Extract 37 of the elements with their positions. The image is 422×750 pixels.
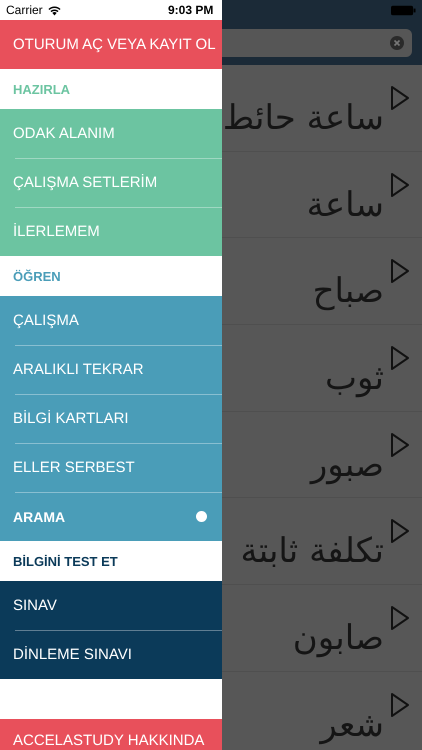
menu-item[interactable]: BİLGİ KARTLARI — [0, 394, 222, 443]
about-button[interactable]: ACCELASTUDY HAKKINDA — [0, 719, 222, 750]
play-icon[interactable] — [390, 258, 410, 284]
menu-item[interactable]: ÇALIŞMA SETLERİM — [0, 158, 222, 207]
play-icon[interactable] — [390, 345, 410, 372]
sign-in-button[interactable]: OTURUM AÇ VEYA KAYIT OL — [0, 20, 222, 69]
play-icon[interactable] — [390, 172, 410, 198]
search-field[interactable] — [222, 28, 412, 56]
menu-item[interactable]: DİNLEME SINAVI — [0, 630, 222, 679]
word-text: ثوب — [324, 356, 384, 398]
play-icon[interactable] — [390, 85, 410, 111]
wifi-icon — [46, 4, 62, 16]
menu-item[interactable]: SINAV — [0, 581, 222, 630]
menu-item[interactable]: ELLER SERBEST — [0, 443, 222, 492]
word-text: صباح — [312, 270, 384, 312]
clear-icon[interactable] — [390, 36, 404, 50]
menu-item[interactable]: ARAMA — [0, 492, 222, 541]
play-icon[interactable] — [390, 518, 410, 544]
word-text: ساعة حائط — [222, 96, 384, 138]
play-icon[interactable] — [390, 692, 410, 718]
menu-item[interactable]: ODAK ALANIM — [0, 109, 222, 158]
play-icon[interactable] — [390, 432, 410, 458]
word-text: تكلفة ثابتة — [240, 530, 384, 572]
section-header: ÖĞREN — [12, 268, 62, 286]
menu-item[interactable]: ARALIKLI TEKRAR — [0, 345, 222, 394]
menu-item[interactable]: ÇALIŞMA — [0, 296, 222, 345]
word-text: صابون — [292, 616, 384, 658]
play-icon[interactable] — [390, 605, 410, 632]
word-text: شعر — [320, 704, 384, 745]
section-header: HAZIRLA — [12, 80, 72, 98]
word-text: ساعة — [306, 184, 384, 225]
selected-dot-icon — [196, 511, 207, 522]
carrier-label: Carrier — [6, 3, 43, 17]
clock: 9:03 PM — [168, 3, 214, 17]
section-header: BİLGİNİ TEST ET — [12, 552, 119, 570]
word-text: صبور — [310, 444, 384, 485]
menu-item[interactable]: İLERLEMEM — [0, 207, 222, 256]
